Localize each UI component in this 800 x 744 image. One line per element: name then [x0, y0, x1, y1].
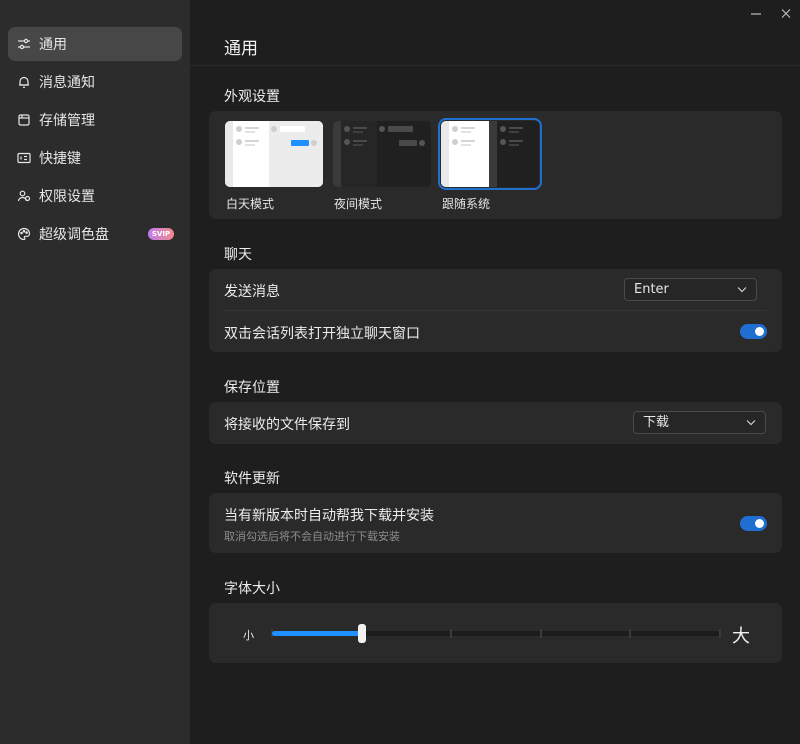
theme-label-system: 跟随系统 [442, 197, 491, 211]
font-size-section-label: 字体大小 [224, 581, 280, 597]
slider-tick [539, 629, 542, 638]
update-section-label: 软件更新 [224, 471, 280, 487]
toggle-knob [755, 519, 764, 528]
chevron-down-icon [737, 287, 747, 293]
appearance-card: 白天模式 夜间模式 跟随系统 [209, 111, 782, 219]
theme-option-dark[interactable]: 夜间模式 [333, 121, 431, 211]
sidebar-item-notifications[interactable]: 消息通知 [8, 65, 182, 99]
theme-option-light[interactable]: 白天模式 [225, 121, 323, 211]
theme-label-light: 白天模式 [226, 197, 275, 211]
auto-update-sub: 取消勾选后将不会自动进行下载安装 [224, 530, 400, 543]
sliders-icon [18, 38, 30, 50]
chevron-down-icon [746, 420, 756, 426]
users-icon [17, 190, 31, 202]
save-location-value: 下载 [643, 415, 670, 430]
save-location-select[interactable]: 下载 [633, 411, 766, 434]
palette-icon [17, 227, 31, 241]
svip-badge: SVIP [148, 228, 174, 240]
sidebar-item-label: 通用 [39, 37, 67, 53]
sidebar-item-label: 超级调色盘 [39, 227, 109, 243]
keyboard-icon [17, 152, 31, 164]
chat-card: 发送消息 Enter 双击会话列表打开独立聊天窗口 [209, 269, 782, 352]
save-section-label: 保存位置 [224, 380, 280, 396]
slider-tick [629, 629, 632, 638]
sidebar-item-label: 权限设置 [39, 189, 95, 205]
bell-icon [19, 76, 29, 88]
title-bar: 通用 [190, 0, 800, 66]
toggle-knob [755, 327, 764, 336]
page-title: 通用 [224, 39, 258, 59]
theme-thumb-light [225, 121, 323, 187]
sidebar-item-label: 存储管理 [39, 113, 95, 129]
slider-tick [719, 629, 721, 638]
slider-tick [450, 629, 453, 638]
send-message-value: Enter [634, 282, 669, 297]
sidebar-item-label: 快捷键 [39, 151, 81, 167]
update-card: 当有新版本时自动帮我下载并安装 取消勾选后将不会自动进行下载安装 [209, 493, 782, 553]
send-message-select[interactable]: Enter [624, 278, 757, 301]
font-size-card: 小 大 [209, 603, 782, 663]
appearance-section-label: 外观设置 [224, 89, 280, 105]
slider-fill [272, 631, 362, 636]
theme-option-system[interactable]: 跟随系统 [438, 118, 542, 211]
save-location-label: 将接收的文件保存到 [224, 417, 350, 433]
save-card: 将接收的文件保存到 下载 [209, 402, 782, 444]
double-click-label: 双击会话列表打开独立聊天窗口 [224, 326, 420, 342]
auto-update-toggle[interactable] [740, 516, 767, 531]
sidebar: 通用 消息通知 存储管理 快捷键 权限设置 超级调色盘 SVIP [0, 0, 190, 744]
sidebar-item-storage[interactable]: 存储管理 [8, 103, 182, 137]
sidebar-item-shortcuts[interactable]: 快捷键 [8, 141, 182, 175]
slider-thumb[interactable] [357, 624, 366, 643]
divider [224, 310, 767, 311]
send-message-label: 发送消息 [224, 284, 280, 300]
sidebar-item-permissions[interactable]: 权限设置 [8, 179, 182, 213]
theme-thumb-dark [333, 121, 431, 187]
double-click-toggle[interactable] [740, 324, 767, 339]
theme-thumb-system [438, 118, 542, 190]
sidebar-item-general[interactable]: 通用 [8, 27, 182, 61]
theme-label-dark: 夜间模式 [334, 197, 383, 211]
sidebar-item-palette[interactable]: 超级调色盘 SVIP [8, 217, 182, 251]
font-size-large-label: 大 [732, 626, 750, 647]
sidebar-item-label: 消息通知 [39, 75, 95, 91]
font-size-slider[interactable] [271, 624, 721, 643]
storage-icon [18, 114, 30, 126]
auto-update-label: 当有新版本时自动帮我下载并安装 [224, 508, 434, 524]
chat-section-label: 聊天 [224, 247, 252, 263]
font-size-small-label: 小 [243, 629, 254, 642]
